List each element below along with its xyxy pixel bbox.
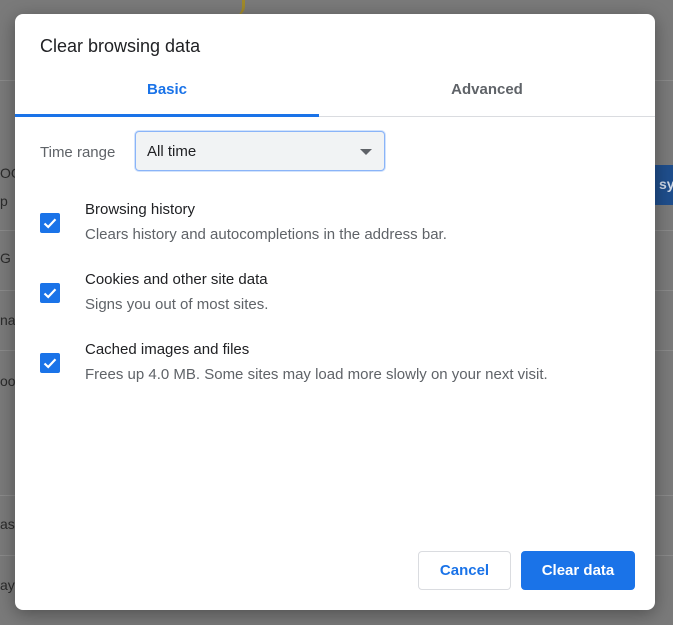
option-title: Cached images and files [85, 341, 250, 358]
background-sync-button: sy [655, 165, 673, 205]
tab-advanced-label: Advanced [451, 81, 523, 98]
dialog-title: Clear browsing data [40, 36, 201, 56]
cached-images-checkbox[interactable] [40, 353, 60, 373]
tab-advanced[interactable]: Advanced [335, 76, 639, 116]
time-range-value: All time [147, 143, 197, 160]
time-range-label: Time range [40, 144, 116, 161]
background-text: na [0, 312, 16, 328]
cookies-checkbox[interactable] [40, 283, 60, 303]
checkmark-icon [43, 288, 57, 299]
clear-browsing-data-dialog: Clear browsing data Basic Advanced Time … [15, 14, 655, 610]
dropdown-arrow-icon [360, 149, 372, 155]
background-text: p [0, 193, 8, 209]
option-description: Clears history and autocompletions in th… [85, 226, 447, 243]
option-title: Cookies and other site data [85, 271, 268, 288]
cancel-button[interactable]: Cancel [418, 551, 511, 590]
tab-basic-label: Basic [146, 81, 188, 98]
option-cached-images: Cached images and files Frees up 4.0 MB.… [40, 341, 640, 391]
checkmark-icon [43, 218, 57, 229]
option-description: Signs you out of most sites. [85, 296, 269, 313]
checkmark-icon [43, 358, 57, 369]
time-range-select[interactable]: All time [135, 131, 385, 171]
option-title: Browsing history [85, 201, 196, 218]
tab-bar: Basic Advanced [15, 76, 655, 117]
tab-basic[interactable]: Basic [15, 76, 319, 117]
tab-selected-indicator [15, 114, 319, 117]
option-cookies: Cookies and other site data Signs you ou… [40, 271, 640, 321]
background-text: oo [0, 373, 16, 389]
browsing-history-checkbox[interactable] [40, 213, 60, 233]
clear-data-button[interactable]: Clear data [521, 551, 635, 590]
option-description: Frees up 4.0 MB. Some sites may load mor… [85, 366, 548, 383]
option-browsing-history: Browsing history Clears history and auto… [40, 201, 640, 251]
background-text: G [0, 250, 11, 266]
